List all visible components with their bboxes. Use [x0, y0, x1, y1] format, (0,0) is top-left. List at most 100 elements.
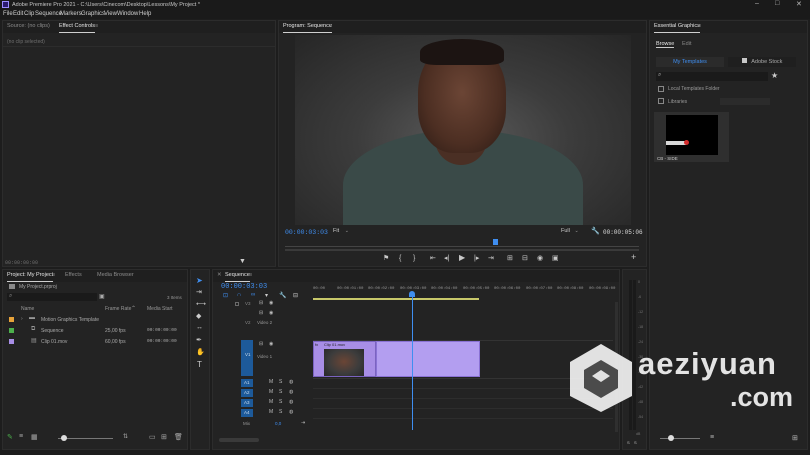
quality-dropdown[interactable]: Full ⌄: [561, 228, 585, 236]
tab-effect-controls[interactable]: Effect Controls: [59, 23, 95, 33]
play-button[interactable]: ▶: [459, 254, 465, 262]
mute-button[interactable]: M: [269, 399, 273, 405]
tab-essential-graphics[interactable]: Essential Graphics: [654, 23, 700, 33]
tab-sequence[interactable]: Sequence: [225, 272, 250, 282]
track-id-v1[interactable]: V1: [245, 352, 251, 357]
lift-icon[interactable]: ⊞: [507, 255, 513, 262]
panel-menu-icon[interactable]: ≡: [95, 23, 98, 29]
eye-icon[interactable]: ◉: [269, 300, 273, 306]
pencil-icon[interactable]: ✎: [7, 433, 13, 441]
tab-media-browser[interactable]: Media Browser: [97, 272, 134, 278]
header-name[interactable]: Name: [21, 306, 34, 312]
track-id-a4[interactable]: A4: [244, 410, 250, 415]
captions-icon[interactable]: ⊟: [293, 292, 298, 299]
trash-icon[interactable]: 🗑: [174, 433, 183, 441]
new-bin-icon[interactable]: ▭: [149, 433, 156, 441]
icon-view-icon[interactable]: ▦: [31, 433, 38, 441]
sequence-timecode[interactable]: 00:00:03:03: [221, 283, 267, 291]
track-id-a1[interactable]: A1: [244, 380, 250, 385]
add-button-icon[interactable]: +: [631, 253, 636, 262]
list-item[interactable]: ⧉ Sequence 25,00 fps 00:00:00:00: [3, 326, 187, 336]
maximize-button[interactable]: □: [775, 0, 779, 7]
menu-markers[interactable]: Markers: [60, 11, 82, 17]
video-clip[interactable]: fx Clip 01.mov: [313, 341, 376, 377]
local-folder-checkbox[interactable]: [658, 86, 664, 92]
track-id-a2[interactable]: A2: [244, 390, 250, 395]
linked-selection-icon[interactable]: ∞: [251, 292, 255, 298]
track-id-v2[interactable]: V2: [245, 320, 251, 325]
toggle-sync-icon[interactable]: ⊟: [259, 310, 263, 316]
source-patch-v1[interactable]: [241, 340, 253, 376]
mark-in-icon[interactable]: {: [399, 255, 401, 262]
libraries-checkbox[interactable]: [658, 98, 664, 104]
wrench-icon[interactable]: 🔧: [591, 227, 600, 235]
type-tool-icon[interactable]: T: [197, 360, 202, 369]
solo-button[interactable]: S: [279, 379, 282, 385]
new-item-icon[interactable]: ⊞: [161, 433, 167, 441]
sort-icons-icon[interactable]: ⇅: [123, 433, 128, 440]
menu-edit[interactable]: Edit: [13, 11, 23, 17]
tab-source[interactable]: Source: (no clips): [7, 23, 50, 29]
project-search-input[interactable]: ⌕: [7, 293, 97, 301]
toggle-sync-icon[interactable]: ⊟: [259, 341, 263, 347]
menu-clip[interactable]: Clip: [24, 11, 34, 17]
slip-icon[interactable]: ↔: [196, 324, 203, 331]
mic-icon[interactable]: ◍: [289, 389, 293, 395]
eg-menu-icon[interactable]: ≡: [698, 23, 701, 29]
libraries-dropdown[interactable]: [720, 98, 770, 105]
menu-sequence[interactable]: Sequence: [35, 11, 62, 17]
time-ruler[interactable]: 00:00 00:00:01:00 00:00:02:00 00:00:03:0…: [313, 286, 615, 296]
list-view-icon[interactable]: ≡: [19, 433, 23, 440]
pen-icon[interactable]: ✒: [196, 336, 202, 344]
my-templates-button[interactable]: My Templates: [656, 57, 724, 67]
tab-browse[interactable]: Browse: [656, 41, 675, 48]
list-view-icon[interactable]: ≡: [710, 434, 714, 441]
step-forward-icon[interactable]: |▸: [474, 255, 479, 262]
go-to-end-icon[interactable]: ⇥: [301, 420, 305, 426]
list-item[interactable]: ▤ Clip 01.mov 60,00 fps 00:00:00:00: [3, 337, 187, 347]
close-button[interactable]: ✕: [796, 0, 802, 8]
add-marker-icon[interactable]: ⚑: [383, 255, 389, 262]
playhead-marker[interactable]: [493, 239, 498, 245]
lock-icon[interactable]: [235, 302, 239, 306]
wrench-icon[interactable]: 🔧: [279, 292, 286, 299]
tab-edit[interactable]: Edit: [682, 41, 691, 47]
export-frame-icon[interactable]: ◉: [537, 255, 543, 262]
fit-dropdown[interactable]: Fit ⌄: [333, 228, 357, 236]
tab-program[interactable]: Program: Sequence: [283, 23, 332, 33]
extract-icon[interactable]: ⊟: [522, 255, 528, 262]
mute-button[interactable]: M: [269, 389, 273, 395]
template-search-input[interactable]: ⌕: [656, 72, 768, 81]
zoom-handle[interactable]: [61, 435, 67, 441]
new-item-icon[interactable]: ⊞: [792, 434, 798, 442]
track-id-a3[interactable]: A3: [244, 400, 250, 405]
go-to-out-icon[interactable]: ⇥: [488, 255, 494, 262]
add-marker-icon[interactable]: ▾: [265, 292, 268, 299]
sort-icon[interactable]: ⌃: [131, 305, 136, 312]
header-media-start[interactable]: Media Start: [147, 306, 173, 312]
insert-sequence-icon[interactable]: ⊡: [223, 292, 228, 299]
horizontal-scrollbar[interactable]: [219, 438, 259, 442]
project-menu-icon[interactable]: ≡: [52, 272, 55, 278]
mic-icon[interactable]: ◍: [289, 399, 293, 405]
zoom-slider[interactable]: [660, 438, 700, 439]
selection-tool-icon[interactable]: ➤: [196, 276, 203, 285]
sequence-menu-icon[interactable]: ≡: [249, 272, 252, 278]
hand-icon[interactable]: ✋: [196, 348, 205, 356]
track-id-v3[interactable]: V3: [245, 301, 251, 306]
solo-button[interactable]: S: [279, 389, 282, 395]
comparison-view-icon[interactable]: ▣: [552, 255, 559, 262]
minimize-button[interactable]: –: [755, 0, 759, 7]
tab-effects[interactable]: Effects: [65, 272, 82, 278]
eye-icon[interactable]: ◉: [269, 341, 273, 347]
menu-graphics[interactable]: Graphics: [81, 11, 105, 17]
mark-out-icon[interactable]: }: [413, 255, 415, 262]
mix-value[interactable]: 0,0: [275, 421, 281, 426]
tab-project[interactable]: Project: My Project: [7, 272, 54, 282]
menu-window[interactable]: Window: [117, 11, 138, 17]
menu-file[interactable]: File: [3, 11, 13, 17]
razor-icon[interactable]: ◆: [196, 312, 201, 320]
menu-help[interactable]: Help: [139, 11, 151, 17]
close-sequence-icon[interactable]: ✕: [217, 272, 222, 278]
menu-view[interactable]: View: [104, 11, 117, 17]
